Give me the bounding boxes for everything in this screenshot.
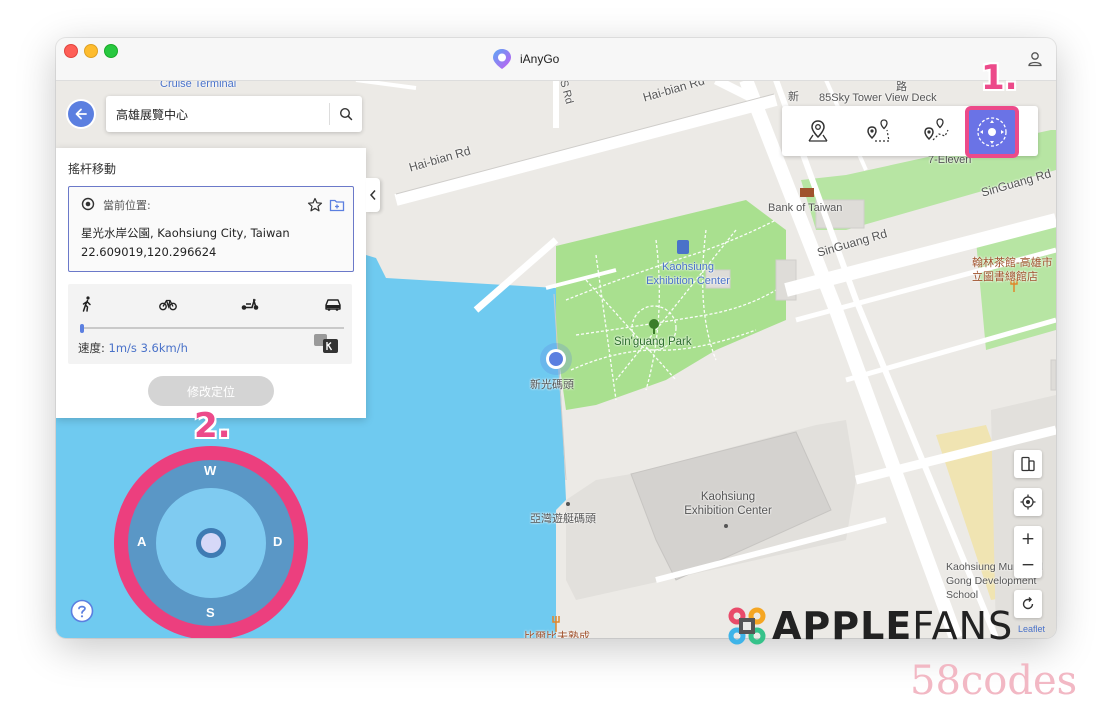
- panel-title: 搖杆移動: [68, 162, 117, 176]
- back-arrow-icon: [75, 108, 87, 120]
- two-spot-route-icon: [867, 119, 890, 142]
- teleport-mode-button[interactable]: [790, 106, 846, 156]
- bike-icon[interactable]: [159, 297, 177, 311]
- joystick-dir-up[interactable]: W: [204, 463, 216, 478]
- current-location-label: 當前位置:: [103, 199, 151, 212]
- title-bar: iAnyGo: [56, 38, 1056, 81]
- joystick-knob[interactable]: [196, 528, 226, 558]
- collapse-panel-button[interactable]: [366, 178, 380, 212]
- current-address: 星光水岸公園, Kaohsiung City, Taiwan: [81, 226, 290, 240]
- user-account-icon[interactable]: [1026, 50, 1044, 68]
- zoom-out-button[interactable]: −: [1014, 552, 1042, 578]
- app-window: iAnyGo Cruise Terminal Hai-bian Rd Hai-b…: [56, 38, 1056, 638]
- zoom-in-button[interactable]: +: [1014, 526, 1042, 552]
- joystick-pad: [156, 488, 266, 598]
- favorite-star-icon[interactable]: [307, 197, 323, 213]
- speed-value: 1m/s 3.6km/h: [108, 341, 188, 355]
- map-label-sky-tower: 85Sky Tower View Deck: [819, 92, 937, 104]
- close-window-button[interactable]: [64, 44, 78, 58]
- map-label-yacht-pier: 亞灣遊艇碼頭: [530, 513, 596, 525]
- zoom-control: + −: [1014, 526, 1042, 578]
- map-label-exhibition-center: Kaohsiung Exhibition Center: [684, 491, 772, 517]
- back-button[interactable]: [68, 101, 94, 127]
- joystick-dir-left[interactable]: A: [137, 534, 146, 549]
- watermark-fans: FANS: [912, 604, 1014, 648]
- app-logo-icon: [493, 49, 511, 69]
- save-folder-icon[interactable]: [329, 197, 345, 213]
- refresh-icon: [1022, 597, 1034, 610]
- map-label-bottom-poi: 比爾比夫熟成: [524, 631, 590, 638]
- step-one-marker: 1.: [981, 58, 1018, 98]
- search-icon: [339, 107, 353, 121]
- command-logo-icon: [728, 607, 766, 645]
- map-label-singuang-park: Sin'guang Park: [614, 336, 692, 348]
- crosshair-icon: [1020, 494, 1036, 510]
- joystick-icon: [977, 117, 1007, 147]
- app-title: iAnyGo: [492, 49, 559, 69]
- modify-location-button[interactable]: 修改定位: [148, 376, 274, 406]
- current-coordinates: 22.609019,120.296624: [81, 245, 217, 259]
- joystick-ring: W A D S: [128, 460, 294, 626]
- search-input[interactable]: [106, 106, 329, 122]
- speed-readout: 速度: 1m/s 3.6km/h: [78, 340, 188, 356]
- target-icon: [81, 197, 95, 211]
- map-label-pier: 新光碼頭: [530, 379, 574, 391]
- speed-slider-thumb[interactable]: [80, 324, 84, 333]
- car-icon[interactable]: [324, 297, 342, 311]
- chevron-left-icon: [369, 190, 376, 200]
- multi-spot-mode-button[interactable]: [908, 106, 964, 156]
- joystick-mode-button[interactable]: [965, 106, 1019, 158]
- scooter-icon[interactable]: [240, 297, 260, 311]
- locate-me-button[interactable]: [1014, 488, 1042, 516]
- minimize-window-button[interactable]: [84, 44, 98, 58]
- device-switch-button[interactable]: [1014, 450, 1042, 478]
- help-icon[interactable]: [70, 599, 94, 623]
- step-two-marker: 2.: [194, 406, 231, 446]
- search-button[interactable]: [330, 96, 362, 132]
- map-label-library-cafe: 翰林茶館-高雄市立圖書總館店: [972, 257, 1053, 283]
- maximize-window-button[interactable]: [104, 44, 118, 58]
- map-label-bank-of-taiwan: Bank of Taiwan: [768, 202, 843, 214]
- current-location-card: 當前位置: 星光水岸公園, Kaohsiung City, Taiwan 22.…: [68, 186, 354, 272]
- speed-settings: 速度: 1m/s 3.6km/h: [68, 284, 352, 364]
- mode-toolbar: [782, 106, 1038, 158]
- reset-rotation-button[interactable]: [1014, 590, 1042, 618]
- app-title-text: iAnyGo: [520, 52, 560, 66]
- map-label-exhibition-station: Kaohsiung Exhibition Center: [646, 261, 730, 287]
- applefans-watermark: APPLE FANS: [728, 604, 1014, 648]
- joystick-dir-right[interactable]: D: [273, 534, 282, 549]
- teleport-pin-icon: [808, 120, 828, 142]
- map-attribution[interactable]: Leaflet: [1018, 624, 1045, 634]
- joystick-panel: 搖杆移動 當前位置: 星光水岸公園, Kaohsiung City, Taiwa…: [56, 148, 366, 418]
- joystick-knob-center: [201, 533, 221, 553]
- unit-toggle-icon[interactable]: [314, 334, 340, 354]
- speed-label: 速度:: [78, 341, 105, 355]
- 58codes-watermark: 58codes: [910, 658, 1078, 704]
- search-bar: [68, 96, 362, 132]
- watermark-apple: APPLE: [772, 604, 913, 648]
- multi-spot-route-icon: [924, 118, 949, 141]
- device-icon: [1021, 456, 1035, 472]
- map-label-road-char: 新: [788, 91, 799, 103]
- speed-slider-track: [80, 327, 344, 329]
- search-box: [106, 96, 362, 132]
- speed-slider[interactable]: [80, 324, 344, 333]
- walk-icon[interactable]: [80, 296, 94, 312]
- two-spot-mode-button[interactable]: [850, 106, 906, 156]
- joystick-control[interactable]: W A D S: [114, 446, 308, 638]
- joystick-dir-down[interactable]: S: [206, 605, 215, 620]
